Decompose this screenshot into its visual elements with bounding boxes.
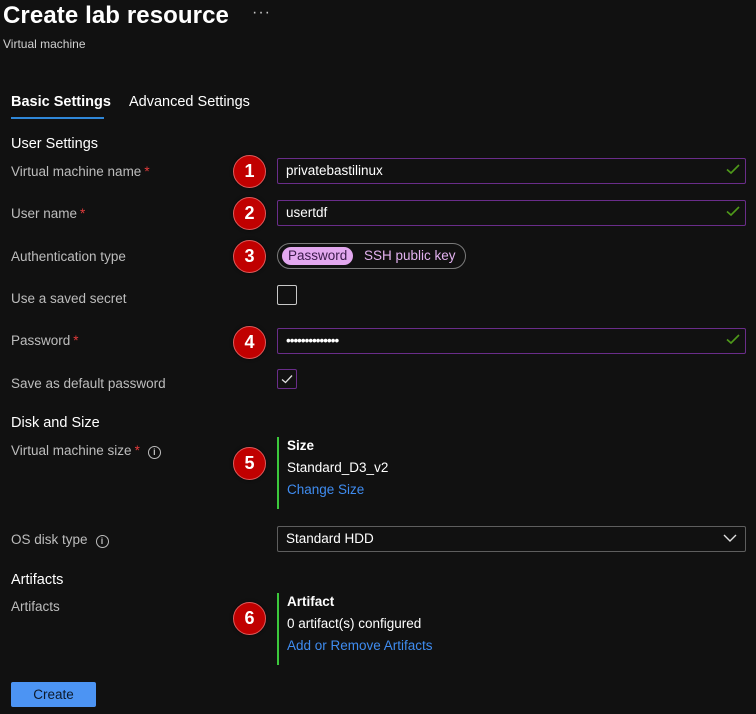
save-default-label: Save as default password	[11, 376, 166, 391]
page-subtitle: Virtual machine	[3, 37, 86, 51]
artifact-count: 0 artifact(s) configured	[287, 616, 422, 631]
os-disk-label-text: OS disk type	[11, 532, 88, 547]
password-value: ••••••••••••••	[286, 333, 339, 348]
artifacts-label: Artifacts	[11, 599, 60, 614]
callout-badge-3: 3	[233, 240, 266, 273]
vm-name-input[interactable]: privatebastilinux	[277, 158, 746, 184]
os-disk-value: Standard HDD	[286, 531, 374, 546]
save-default-checkbox[interactable]	[277, 369, 297, 389]
artifacts-info: Artifact 0 artifact(s) configured Add or…	[277, 593, 433, 665]
section-user-settings: User Settings	[11, 136, 99, 152]
more-options-button[interactable]: ···	[252, 4, 271, 22]
artifact-heading: Artifact	[287, 594, 335, 609]
user-name-label: User name *	[11, 206, 85, 221]
page-title: Create lab resource	[3, 2, 230, 29]
vm-name-label-text: Virtual machine name	[11, 164, 142, 179]
valid-check-icon	[726, 334, 740, 345]
required-marker: *	[80, 206, 86, 221]
callout-badge-6: 6	[233, 602, 266, 635]
user-name-label-text: User name	[11, 206, 78, 221]
os-disk-select[interactable]: Standard HDD	[277, 526, 746, 552]
auth-type-label: Authentication type	[11, 249, 126, 264]
vm-size-label: Virtual machine size * i	[11, 443, 161, 459]
callout-badge-5: 5	[233, 447, 266, 480]
add-remove-artifacts-link[interactable]: Add or Remove Artifacts	[287, 637, 433, 659]
callout-badge-4: 4	[233, 326, 266, 359]
required-marker: *	[134, 443, 140, 458]
password-label-text: Password	[11, 333, 71, 348]
password-input[interactable]: ••••••••••••••	[277, 328, 746, 354]
create-button[interactable]: Create	[11, 682, 96, 707]
tab-basic-settings[interactable]: Basic Settings	[11, 94, 111, 110]
required-marker: *	[73, 333, 79, 348]
change-size-link[interactable]: Change Size	[287, 481, 388, 503]
vm-size-label-text: Virtual machine size	[11, 443, 132, 458]
checkmark-icon	[281, 375, 293, 384]
password-label: Password *	[11, 333, 79, 348]
callout-badge-2: 2	[233, 197, 266, 230]
user-name-value: usertdf	[286, 205, 328, 220]
section-disk-and-size: Disk and Size	[11, 415, 100, 431]
callout-badge-1: 1	[233, 155, 266, 188]
active-tab-indicator	[11, 117, 104, 119]
section-artifacts: Artifacts	[11, 572, 64, 588]
user-name-input[interactable]: usertdf	[277, 200, 746, 226]
vm-size-value: Standard_D3_v2	[287, 460, 389, 475]
saved-secret-label: Use a saved secret	[11, 291, 127, 306]
vm-size-info: Size Standard_D3_v2 Change Size	[277, 437, 388, 509]
vm-name-label: Virtual machine name *	[11, 164, 150, 179]
vm-name-value: privatebastilinux	[286, 163, 383, 178]
auth-option-password[interactable]: Password	[282, 247, 354, 265]
valid-check-icon	[726, 164, 740, 175]
vm-size-heading: Size	[287, 438, 315, 453]
saved-secret-checkbox[interactable]	[277, 285, 297, 305]
auth-type-toggle[interactable]: Password SSH public key	[277, 243, 466, 269]
required-marker: *	[144, 164, 150, 179]
info-icon[interactable]: i	[95, 535, 109, 548]
valid-check-icon	[726, 206, 740, 217]
os-disk-label: OS disk type i	[11, 532, 109, 548]
auth-option-ssh-key[interactable]: SSH public key	[364, 247, 456, 265]
chevron-down-icon	[723, 534, 737, 542]
info-icon[interactable]: i	[147, 446, 161, 459]
tab-advanced-settings[interactable]: Advanced Settings	[129, 94, 250, 110]
